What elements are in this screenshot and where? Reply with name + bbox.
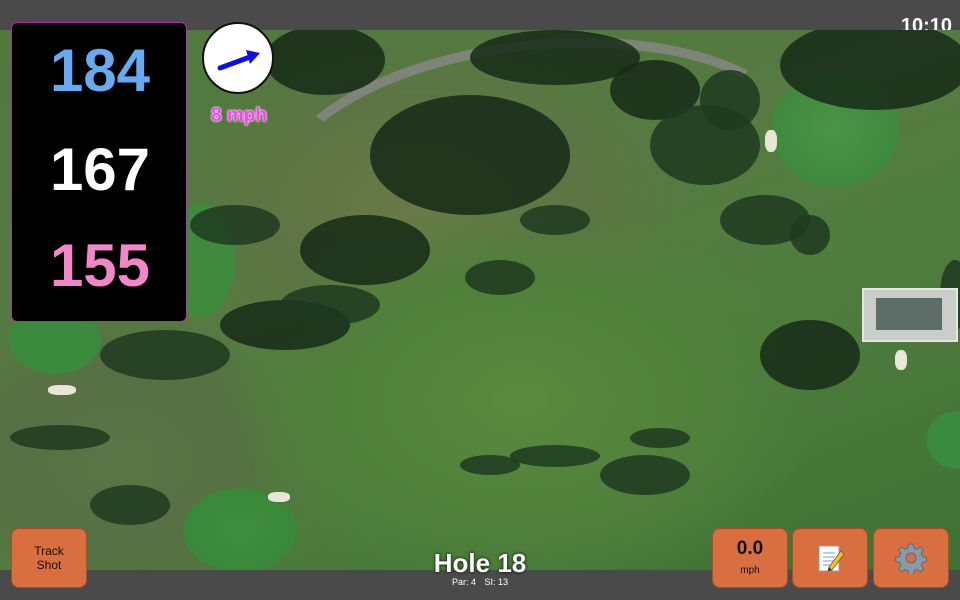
tree xyxy=(600,455,690,495)
tree xyxy=(300,215,430,285)
settings-button[interactable] xyxy=(873,528,949,588)
tree xyxy=(190,205,280,245)
wind-direction-indicator xyxy=(202,22,274,94)
distance-panel: 184 167 155 xyxy=(11,22,187,322)
tree xyxy=(790,215,830,255)
wind-speed: 8 mph xyxy=(211,105,267,126)
hole-stroke-index: SI: 13 xyxy=(484,577,509,587)
tree xyxy=(780,30,960,110)
sand-bunker xyxy=(268,492,290,502)
sand-bunker xyxy=(765,130,777,152)
middle-distance: 167 xyxy=(49,136,151,203)
sand-bunker xyxy=(895,350,907,370)
track-shot-label-line2: Shot xyxy=(36,558,62,572)
building-roof xyxy=(876,298,942,330)
tree xyxy=(370,95,570,215)
track-shot-button[interactable]: Track Shot xyxy=(11,528,87,588)
clubhouse-building xyxy=(862,288,958,342)
speed-button[interactable]: 0.0 mph xyxy=(712,528,788,588)
tree xyxy=(100,330,230,380)
notepad-icon xyxy=(818,545,845,572)
sand-bunker xyxy=(48,385,76,395)
tree xyxy=(520,205,590,235)
tree xyxy=(700,70,760,130)
track-shot-label-line1: Track xyxy=(34,544,64,558)
tree xyxy=(280,285,380,325)
hole-meta: Par: 4 SI: 13 xyxy=(400,577,560,588)
front-distance: 155 xyxy=(49,232,151,299)
tree xyxy=(90,485,170,525)
tree xyxy=(10,425,110,450)
speed-value: 0.0 xyxy=(736,538,764,559)
back-distance: 184 xyxy=(49,37,151,104)
arrow-icon xyxy=(217,50,260,71)
gear-icon xyxy=(895,543,927,574)
speed-unit: mph xyxy=(740,565,760,576)
tree xyxy=(465,260,535,295)
tree xyxy=(510,445,600,467)
tree xyxy=(630,428,690,448)
tree xyxy=(760,320,860,390)
notes-button[interactable] xyxy=(792,528,868,588)
hole-par: Par: 4 xyxy=(451,577,476,587)
hole-title: Hole 18 xyxy=(433,548,527,578)
